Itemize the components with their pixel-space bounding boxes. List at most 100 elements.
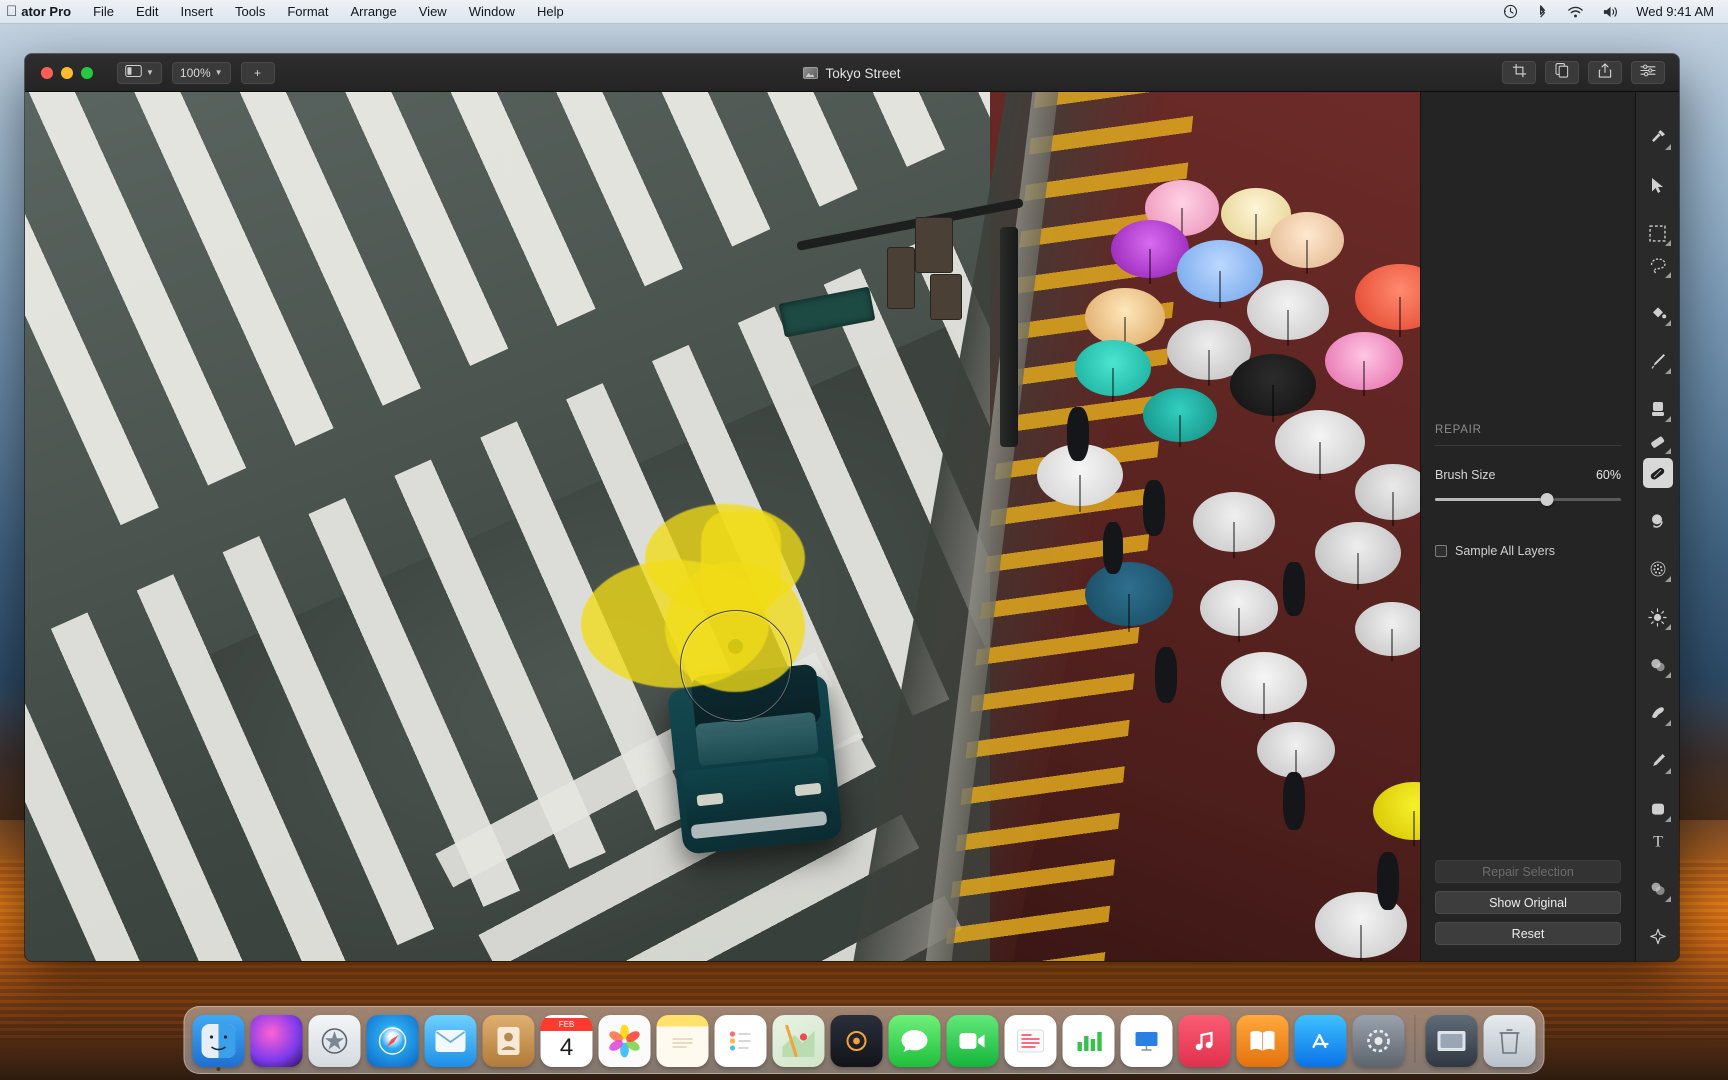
keynote-icon[interactable] <box>1120 1015 1173 1067</box>
system-preferences-icon[interactable] <box>1352 1015 1405 1067</box>
tool-strip: T <box>1635 92 1679 961</box>
music-icon[interactable] <box>1178 1015 1231 1067</box>
menu-item-view[interactable]: View <box>408 0 458 24</box>
dodge-burn-tool[interactable] <box>1643 506 1673 536</box>
photo-editor-icon[interactable] <box>830 1015 883 1067</box>
apple-logo-icon[interactable]:  <box>0 4 17 19</box>
umbrella <box>1355 602 1420 656</box>
effects-sparkle-tool[interactable] <box>1643 922 1673 952</box>
inspector-top-spacer <box>1435 92 1621 424</box>
pedestrian <box>1103 522 1123 574</box>
tool-expand-triangle <box>1664 672 1671 678</box>
pedestrian <box>1283 562 1305 616</box>
eraser-tool[interactable] <box>1643 426 1673 456</box>
sample-all-layers-row[interactable]: Sample All Layers <box>1435 544 1621 558</box>
brush-size-slider[interactable] <box>1435 492 1621 506</box>
shape-tool[interactable] <box>1643 794 1673 824</box>
sample-all-layers-checkbox[interactable] <box>1435 545 1447 557</box>
menu-item-file[interactable]: File <box>82 0 125 24</box>
numbers-icon[interactable] <box>1062 1015 1115 1067</box>
marquee-select-tool[interactable] <box>1643 218 1673 248</box>
contacts-icon[interactable] <box>482 1015 535 1067</box>
image-canvas[interactable] <box>25 92 1420 961</box>
sidebar-toggle-button[interactable]: ▼ <box>117 61 162 84</box>
smudge-tool[interactable] <box>1643 698 1673 728</box>
duplicate-button[interactable] <box>1545 61 1579 84</box>
downloads-stack-icon[interactable] <box>1425 1015 1478 1067</box>
slider-fill <box>1435 498 1547 501</box>
photos-icon[interactable] <box>598 1015 651 1067</box>
lasso-select-tool[interactable] <box>1643 250 1673 280</box>
launchpad-icon[interactable] <box>308 1015 361 1067</box>
add-button[interactable]: + <box>240 61 275 84</box>
paint-bucket-tool[interactable] <box>1643 298 1673 328</box>
menu-item-window[interactable]: Window <box>458 0 526 24</box>
move-arrow-tool[interactable] <box>1643 170 1673 200</box>
facetime-icon[interactable] <box>946 1015 999 1067</box>
show-original-button[interactable]: Show Original <box>1435 891 1621 914</box>
noise-grain-tool[interactable] <box>1643 554 1673 584</box>
zoom-button[interactable] <box>81 66 93 79</box>
news-icon[interactable] <box>1004 1015 1057 1067</box>
menu-item-edit[interactable]: Edit <box>125 0 169 24</box>
pedestrian <box>1143 480 1165 536</box>
app-store-icon[interactable] <box>1294 1015 1347 1067</box>
volume-icon[interactable] <box>1593 0 1630 24</box>
mail-icon[interactable] <box>424 1015 477 1067</box>
minimize-button[interactable] <box>61 66 73 79</box>
slider-thumb[interactable] <box>1540 493 1554 506</box>
sample-all-layers-label: Sample All Layers <box>1455 544 1556 558</box>
share-icon <box>1598 62 1612 83</box>
stamp-clone-tool[interactable] <box>1643 394 1673 424</box>
umbrella <box>1200 580 1278 636</box>
healing-repair-tool[interactable] <box>1642 458 1673 488</box>
signal-box-c <box>887 247 915 309</box>
safari-icon[interactable] <box>366 1015 419 1067</box>
text-tool[interactable]: T <box>1643 826 1673 856</box>
brush-tool[interactable] <box>1643 346 1673 376</box>
share-button[interactable] <box>1588 61 1622 84</box>
menu-item-insert[interactable]: Insert <box>169 0 224 24</box>
dock-item[interactable] <box>192 1015 245 1071</box>
close-button[interactable] <box>41 66 53 79</box>
tool-expand-triangle <box>1664 624 1671 630</box>
brightness-tool[interactable] <box>1643 602 1673 632</box>
pen-tool[interactable] <box>1643 746 1673 776</box>
messages-icon[interactable] <box>888 1015 941 1067</box>
menu-bar:  ator Pro File Edit Insert Tools Format… <box>0 0 1728 24</box>
repair-selection-button[interactable]: Repair Selection <box>1435 860 1621 883</box>
time-machine-icon[interactable] <box>1494 0 1527 24</box>
calendar-icon[interactable]: FEB 4 <box>540 1015 593 1067</box>
menu-item-format[interactable]: Format <box>276 0 339 24</box>
retouch-hammer-tool[interactable] <box>1643 122 1673 152</box>
umbrella <box>1075 340 1151 396</box>
books-icon[interactable] <box>1236 1015 1289 1067</box>
menubar-clock[interactable]: Wed 9:41 AM <box>1630 4 1728 19</box>
finder-icon[interactable] <box>192 1015 245 1067</box>
reminders-icon[interactable] <box>714 1015 767 1067</box>
wifi-icon[interactable] <box>1558 0 1593 24</box>
pedestrian <box>1155 647 1177 703</box>
tool-expand-triangle <box>1664 416 1671 422</box>
trash-icon[interactable] <box>1483 1015 1536 1067</box>
menu-item-help[interactable]: Help <box>526 0 575 24</box>
menu-item-arrange[interactable]: Arrange <box>340 0 408 24</box>
bluetooth-icon[interactable] <box>1527 0 1558 24</box>
adjustments-button[interactable] <box>1631 61 1665 84</box>
menu-app-name[interactable]: ator Pro <box>17 0 82 24</box>
zoom-level-dropdown[interactable]: 100% ▼ <box>171 61 231 84</box>
maps-icon[interactable] <box>772 1015 825 1067</box>
blur-tool[interactable] <box>1643 650 1673 680</box>
menu-item-tools[interactable]: Tools <box>224 0 276 24</box>
crop-button[interactable] <box>1502 61 1536 84</box>
notes-icon[interactable] <box>656 1015 709 1067</box>
brush-size-value: 60% <box>1595 468 1621 482</box>
reset-button[interactable]: Reset <box>1435 922 1621 945</box>
repair-paint-stroke <box>701 512 781 612</box>
tool-expand-triangle <box>1664 368 1671 374</box>
toolbar-left-group: ▼ 100% ▼ + <box>117 61 275 84</box>
color-blend-tool[interactable] <box>1643 874 1673 904</box>
signal-box-b <box>930 274 962 320</box>
siri-icon[interactable] <box>250 1015 303 1067</box>
chevron-down-icon: ▼ <box>146 68 154 77</box>
